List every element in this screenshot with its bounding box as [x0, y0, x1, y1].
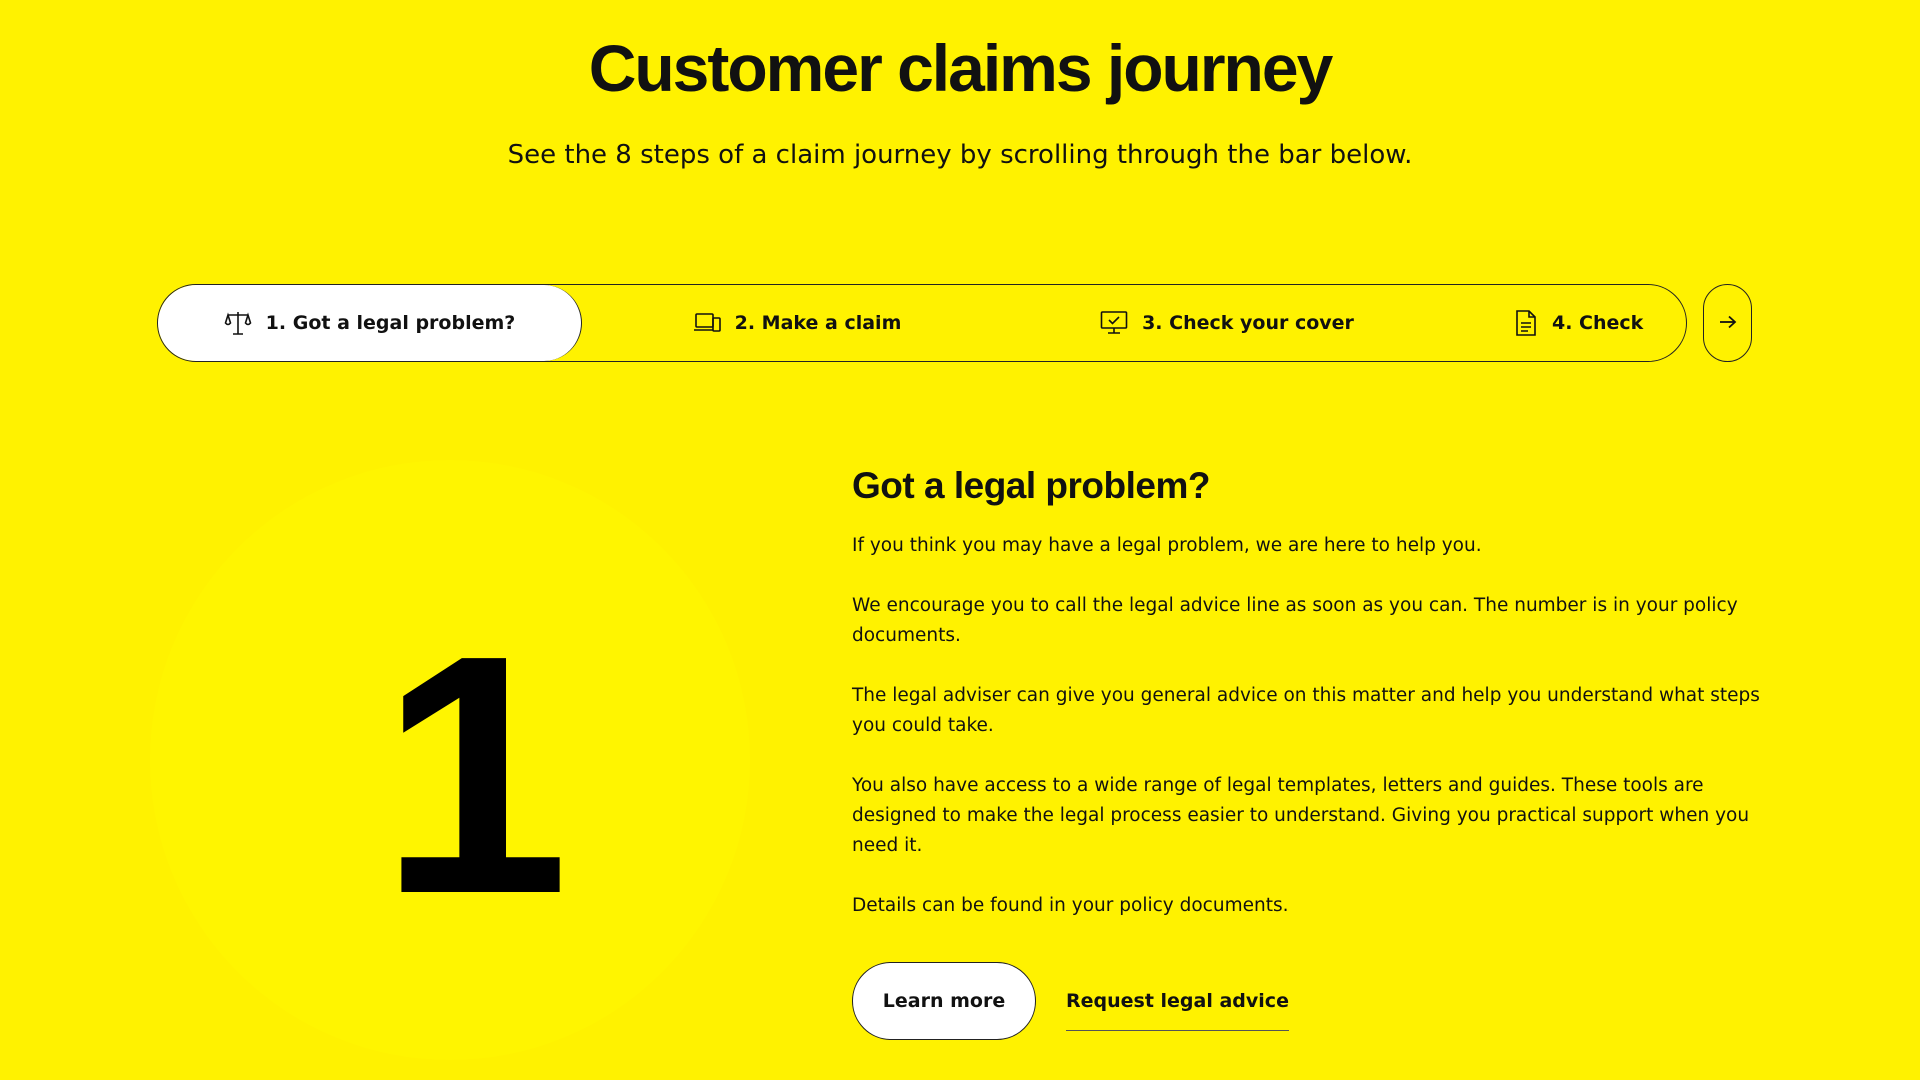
- step-1-label: 1. Got a legal problem?: [265, 312, 516, 334]
- step-paragraph: We encourage you to call the legal advic…: [852, 595, 1738, 646]
- page: Customer claims journey See the 8 steps …: [0, 0, 1920, 1080]
- devices-icon: [693, 311, 721, 335]
- arrow-right-icon: [1719, 314, 1737, 333]
- next-step-button[interactable]: [1703, 284, 1752, 362]
- step-paragraph: The legal adviser can give you general a…: [852, 685, 1760, 736]
- step-4-tab[interactable]: 4. Check: [1442, 285, 1686, 361]
- monitor-check-icon: [1100, 310, 1128, 336]
- step-bar[interactable]: 1. Got a legal problem? 2. Make a claim: [157, 284, 1687, 362]
- step-4-label: 4. Check: [1552, 312, 1644, 334]
- step-3-label: 3. Check your cover: [1142, 312, 1354, 334]
- step-3-tab[interactable]: 3. Check your cover: [1012, 285, 1442, 361]
- scales-icon: [224, 309, 252, 337]
- step-2-label: 2. Make a claim: [734, 312, 902, 334]
- page-title: Customer claims journey: [588, 31, 1334, 105]
- step-content: Got a legal problem? If you think you ma…: [852, 465, 1762, 951]
- step-paragraph: You also have access to a wide range of …: [852, 775, 1750, 856]
- learn-more-button[interactable]: Learn more: [852, 962, 1036, 1040]
- step-actions: Learn more Request legal advice: [852, 962, 1289, 1040]
- request-legal-advice-link[interactable]: Request legal advice: [1066, 972, 1289, 1031]
- step-1-tab[interactable]: 1. Got a legal problem?: [158, 285, 582, 361]
- step-paragraph: If you think you may have a legal proble…: [852, 535, 1482, 556]
- step-paragraph: Details can be found in your policy docu…: [852, 895, 1289, 916]
- step-heading: Got a legal problem?: [852, 465, 1211, 506]
- document-icon: [1514, 309, 1538, 337]
- page-subtitle: See the 8 steps of a claim journey by sc…: [507, 140, 1413, 170]
- step-2-tab[interactable]: 2. Make a claim: [582, 285, 1012, 361]
- step-number: 1: [380, 585, 570, 965]
